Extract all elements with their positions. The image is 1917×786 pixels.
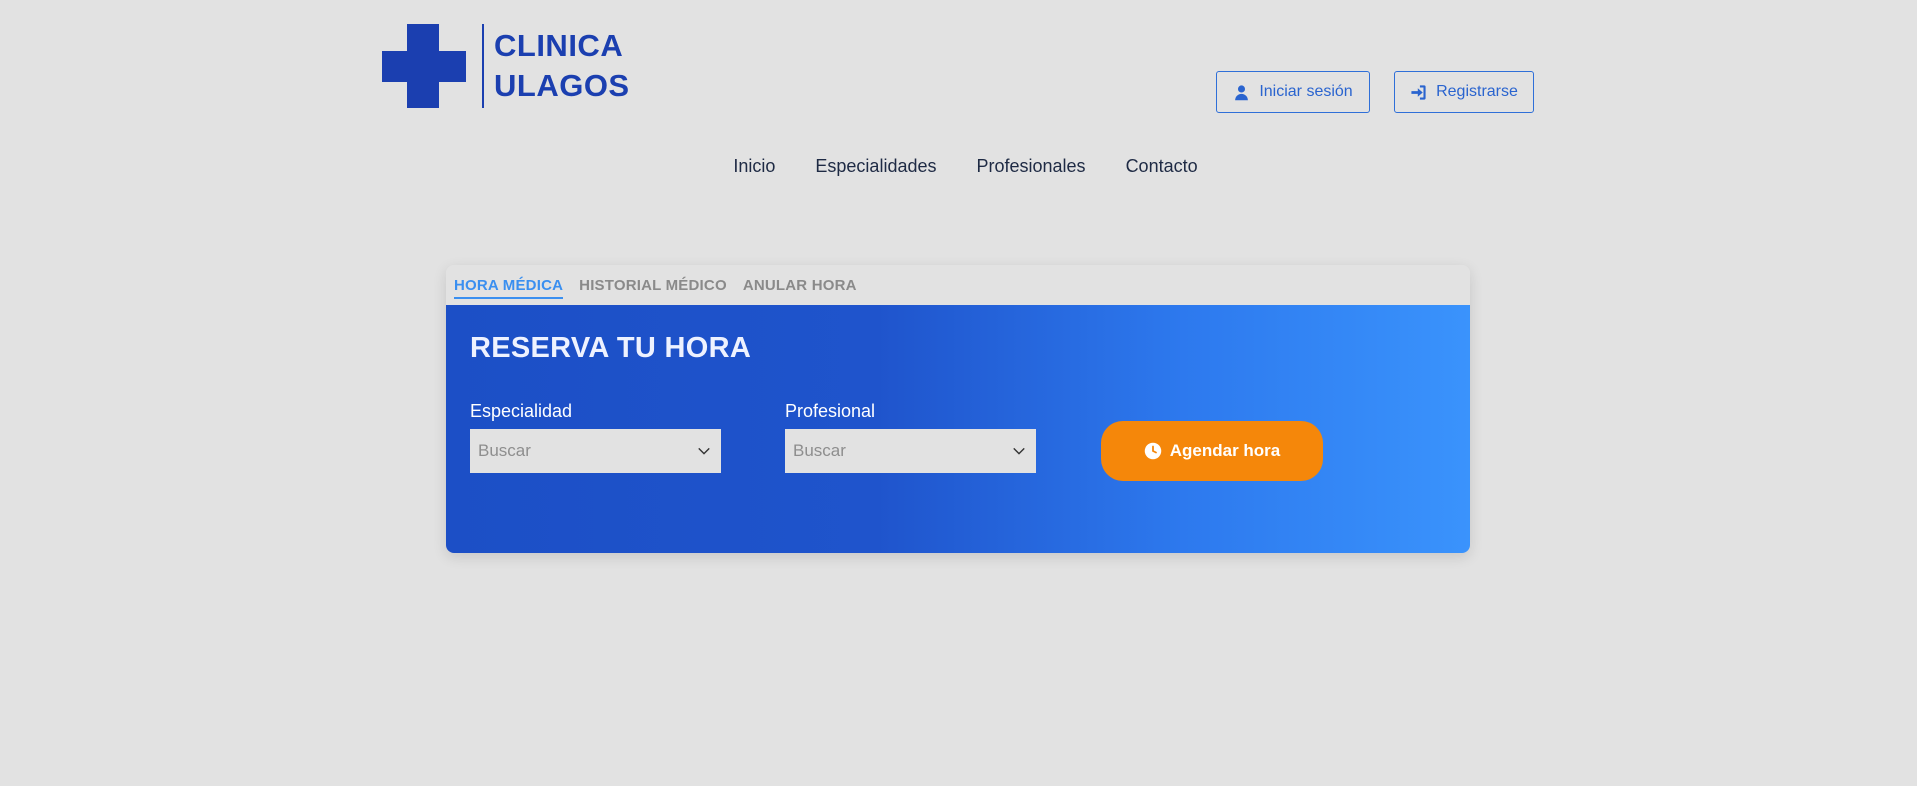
profesional-label: Profesional: [785, 401, 876, 421]
chevron-down-icon: [1013, 447, 1025, 455]
profesional-select[interactable]: Buscar: [785, 429, 1036, 473]
reservation-panel: RESERVA TU HORA Especialidad Buscar Prof…: [446, 305, 1470, 553]
page: CLINICA ULAGOS Iniciar sesión Registrars…: [0, 0, 1917, 786]
logo-line-1: CLINICA: [494, 28, 624, 63]
panel-title: RESERVA TU HORA: [470, 332, 752, 364]
agendar-hora-button[interactable]: Agendar hora: [1101, 421, 1323, 481]
nav-item-inicio[interactable]: Inicio: [733, 156, 775, 177]
logo-text: CLINICA ULAGOS: [494, 24, 630, 108]
clinic-logo[interactable]: CLINICA ULAGOS: [382, 24, 630, 108]
sign-in-icon: [1411, 84, 1426, 100]
chevron-down-icon: [698, 447, 710, 455]
user-icon: [1235, 84, 1249, 100]
card-tabs: HORA MÉDICA HISTORIAL MÉDICO ANULAR HORA: [446, 265, 1470, 305]
main-nav: Inicio Especialidades Profesionales Cont…: [0, 156, 1917, 177]
tab-historial-medico[interactable]: HISTORIAL MÉDICO: [579, 277, 727, 299]
nav-item-especialidades[interactable]: Especialidades: [815, 156, 936, 177]
especialidad-label: Especialidad: [470, 401, 573, 421]
clock-icon: [1144, 442, 1161, 460]
tab-hora-medica[interactable]: HORA MÉDICA: [454, 277, 564, 299]
login-label: Iniciar sesión: [1259, 83, 1353, 100]
nav-item-contacto[interactable]: Contacto: [1126, 156, 1198, 177]
login-button[interactable]: Iniciar sesión: [1216, 71, 1370, 113]
medical-cross-icon: [382, 24, 466, 108]
especialidad-placeholder: Buscar: [478, 441, 531, 460]
profesional-placeholder: Buscar: [793, 441, 846, 460]
logo-divider: [482, 24, 484, 108]
reservation-card: HORA MÉDICA HISTORIAL MÉDICO ANULAR HORA…: [446, 265, 1470, 553]
register-label: Registrarse: [1436, 83, 1518, 100]
especialidad-select[interactable]: Buscar: [470, 429, 721, 473]
tab-anular-hora[interactable]: ANULAR HORA: [743, 277, 857, 299]
logo-line-2: ULAGOS: [494, 68, 630, 103]
agendar-hora-label: Agendar hora: [1169, 441, 1281, 460]
register-button[interactable]: Registrarse: [1394, 71, 1534, 113]
nav-item-profesionales[interactable]: Profesionales: [976, 156, 1085, 177]
